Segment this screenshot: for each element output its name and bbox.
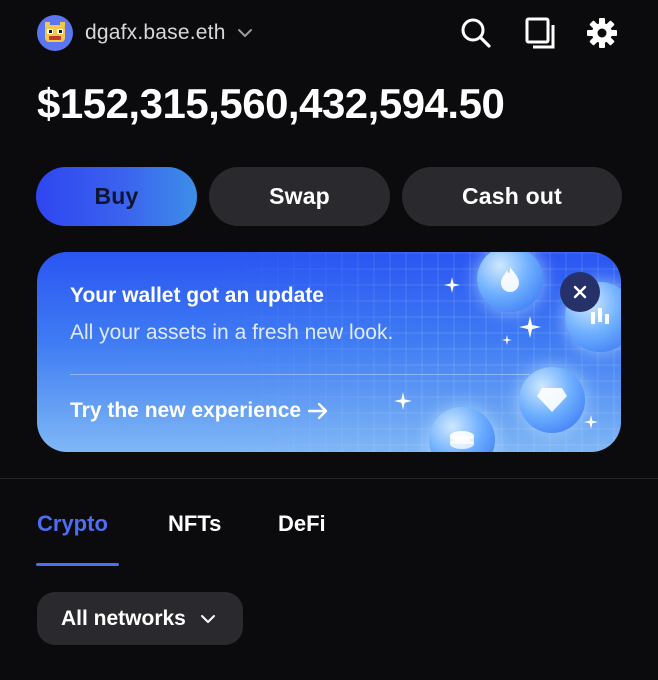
banner-subtitle: All your assets in a fresh new look. [70,321,394,344]
close-icon [573,285,587,299]
total-balance: $152,315,560,432,594.50 [37,80,505,127]
tab-defi[interactable]: DeFi [278,511,326,537]
sparkle-icon [519,316,541,338]
tab-nfts[interactable]: NFTs [168,511,221,537]
avatar-monster-icon [45,22,65,42]
search-button[interactable] [457,14,495,52]
diamond-orb-icon [519,367,585,433]
cash-out-button[interactable]: Cash out [402,167,622,226]
banner-title: Your wallet got an update [70,284,324,307]
banner-cta-label: Try the new experience [70,399,302,422]
network-filter-dropdown[interactable]: All networks [37,592,243,645]
copy-button[interactable] [521,14,559,52]
avatar [37,15,73,51]
chevron-down-icon [237,29,252,37]
chevron-down-icon [200,614,215,623]
swap-button[interactable]: Swap [209,167,390,226]
search-icon [461,18,491,48]
arrow-right-icon [307,402,328,420]
banner-close-button[interactable] [560,272,600,312]
sparkle-icon [502,335,512,345]
sparkle-icon [444,277,460,293]
settings-button[interactable] [583,14,621,52]
try-new-experience-link[interactable]: Try the new experience [70,399,329,423]
account-switcher[interactable]: dgafx.base.eth [37,15,254,51]
top-bar: dgafx.base.eth [0,0,658,66]
wallet-home-screen: dgafx.base.eth $152,315,560,432,594.50 B… [0,0,658,680]
network-filter-label: All networks [61,606,186,630]
sparkle-icon [394,392,412,410]
active-tab-indicator [36,563,119,566]
banner-divider [70,374,530,375]
settings-icon [587,18,617,48]
account-name: dgafx.base.eth [85,21,226,44]
tab-crypto[interactable]: Crypto [37,511,108,537]
buy-button[interactable]: Buy [36,167,197,226]
update-banner[interactable]: Your wallet got an update All your asset… [37,252,621,452]
sparkle-icon [584,415,598,429]
section-divider [0,478,658,479]
copy-icon [525,17,555,49]
